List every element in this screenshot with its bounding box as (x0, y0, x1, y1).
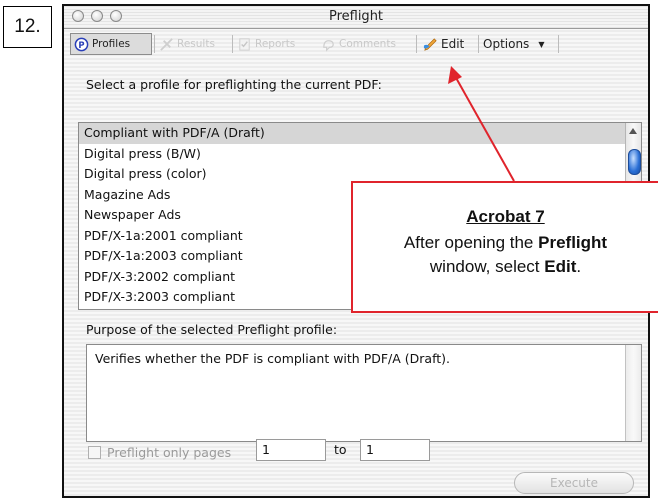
callout-bold-text: Preflight (538, 233, 608, 252)
profiles-label: Profiles (92, 38, 131, 50)
profile-select-prompt: Select a profile for preflighting the cu… (86, 77, 382, 92)
page-range-option[interactable]: Preflight only pages (88, 442, 231, 462)
callout-body: After opening the Preflight window, sele… (353, 231, 658, 279)
options-menu-button[interactable]: Options ▼ (480, 33, 556, 55)
reports-icon (239, 37, 250, 51)
results-icon (160, 37, 173, 51)
options-label: Options (483, 37, 530, 51)
window-title: Preflight (328, 9, 384, 24)
toolbar-divider (232, 35, 233, 53)
purpose-scrollbar[interactable] (625, 345, 641, 441)
reports-label: Reports (255, 38, 296, 50)
chevron-down-icon: ▼ (538, 39, 545, 49)
comments-icon (323, 39, 334, 52)
toolbar-divider (154, 35, 155, 53)
scroll-up-arrow-icon[interactable] (629, 128, 637, 134)
toolbar-divider (478, 35, 479, 53)
reports-button[interactable]: Reports (234, 33, 316, 55)
annotation-callout: Acrobat 7 After opening the Preflight wi… (351, 181, 658, 313)
toolbar-divider (416, 35, 417, 53)
results-button[interactable]: Results (156, 33, 230, 55)
callout-title: Acrobat 7 (466, 207, 545, 226)
comments-button[interactable]: Comments (318, 33, 414, 55)
scroll-thumb[interactable] (628, 149, 641, 175)
comments-label: Comments (339, 38, 396, 50)
callout-text: window, select (429, 257, 545, 276)
profile-list-item[interactable]: Compliant with PDF/A (Draft) (79, 123, 641, 144)
edit-button[interactable]: Edit (420, 33, 478, 55)
to-page-field[interactable]: 1 (360, 439, 430, 461)
preflight-pages-checkbox[interactable] (88, 445, 101, 459)
profile-list-item[interactable]: Digital press (B/W) (79, 144, 641, 165)
toolbar-divider (558, 35, 559, 53)
edit-icon (423, 37, 437, 51)
purpose-label: Purpose of the selected Preflight profil… (86, 322, 338, 337)
execute-button[interactable]: Execute (514, 472, 634, 494)
profiles-icon: P (74, 37, 89, 51)
purpose-text: Verifies whether the PDF is compliant wi… (95, 351, 451, 366)
title-bar[interactable]: Preflight (64, 6, 648, 29)
profiles-button[interactable]: P Profiles (70, 33, 152, 55)
callout-bold-text: Edit (544, 257, 577, 276)
results-label: Results (177, 38, 215, 50)
preflight-pages-label: Preflight only pages (107, 444, 232, 460)
callout-text: After opening the (403, 233, 539, 252)
purpose-text-box: Verifies whether the PDF is compliant wi… (86, 344, 642, 442)
callout-text: . (576, 257, 582, 276)
svg-text:P: P (78, 39, 84, 49)
from-page-field[interactable]: 1 (256, 439, 326, 461)
to-label: to (334, 442, 347, 457)
toolbar: P Profiles Results Reports Comments Edit… (64, 30, 648, 58)
edit-label: Edit (441, 37, 465, 51)
step-number-label: 12. (3, 6, 52, 48)
